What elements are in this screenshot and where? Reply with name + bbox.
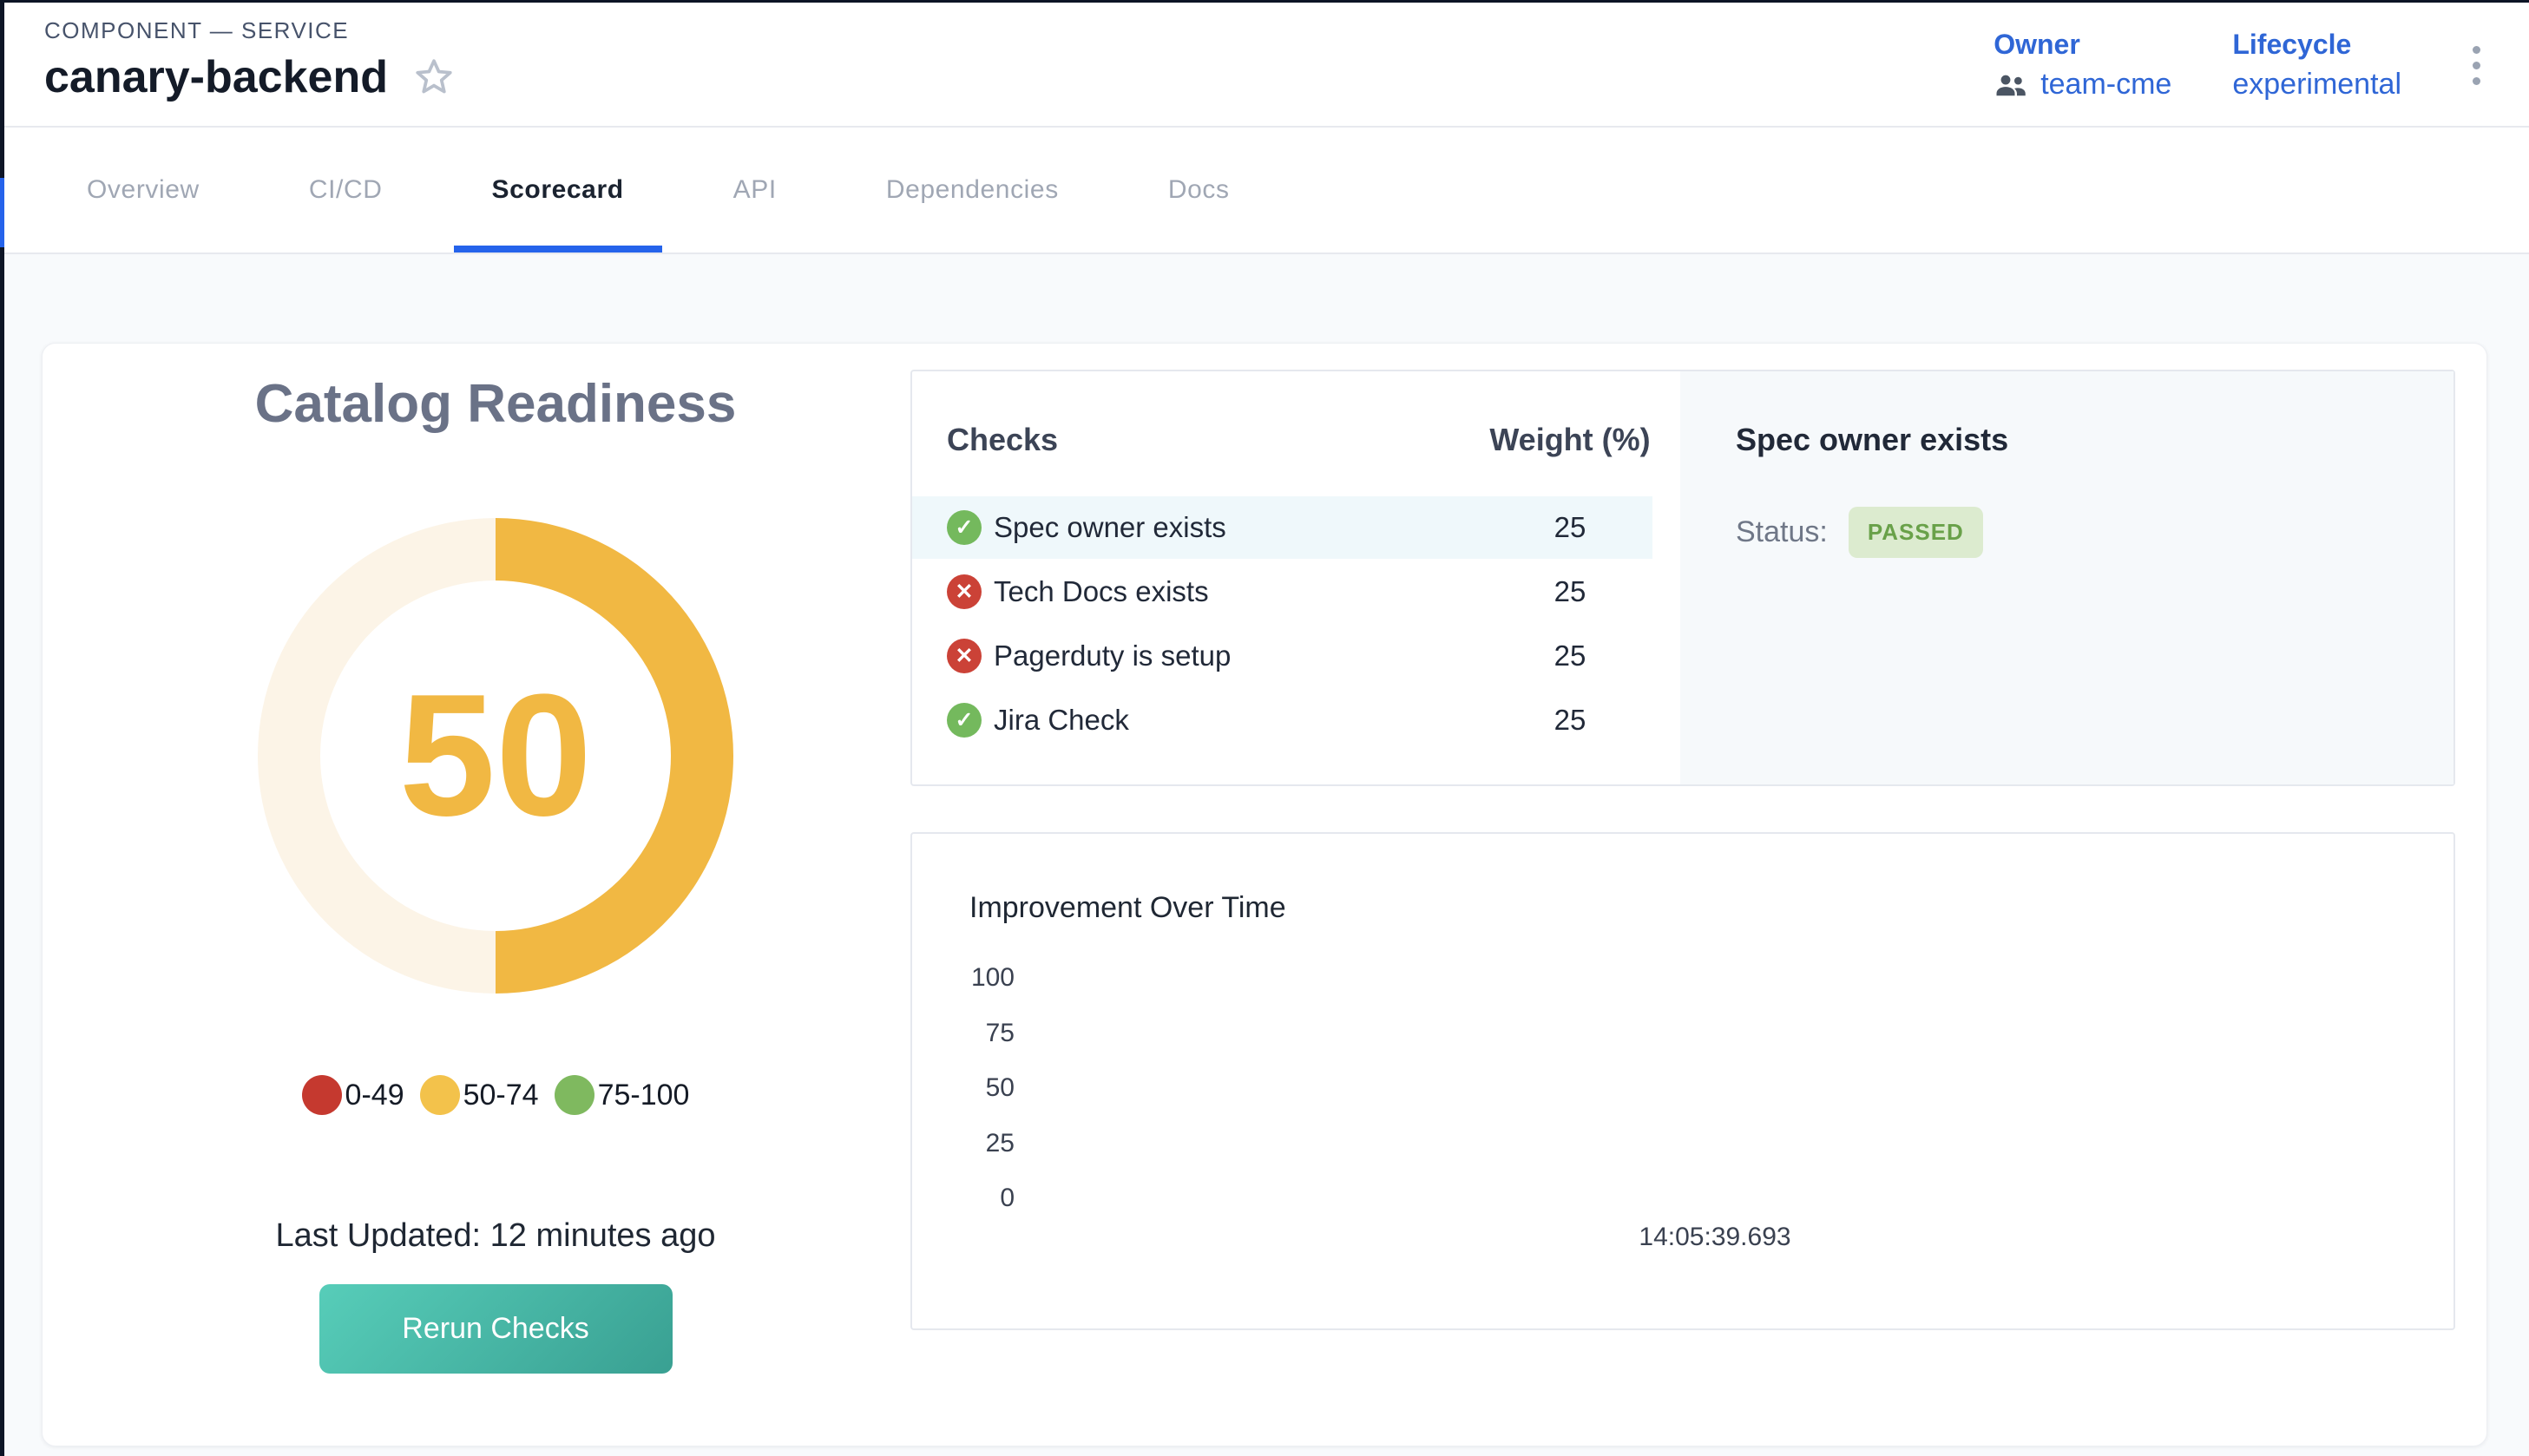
tab-dependencies[interactable]: Dependencies — [848, 128, 1097, 253]
last-updated-text: Last Updated: 12 minutes ago — [275, 1217, 715, 1255]
details-column: Checks Weight (%) ✓ Spec owner exists 25… — [910, 344, 2455, 1446]
active-tab-edge-indicator — [0, 178, 4, 247]
check-passed-icon: ✓ — [947, 703, 982, 738]
status-badge: PASSED — [1849, 507, 1983, 558]
checks-column-header: Checks — [947, 422, 1058, 458]
legend-label: 50-74 — [463, 1079, 539, 1112]
tab-overview[interactable]: Overview — [49, 128, 238, 253]
legend-label: 0-49 — [345, 1079, 404, 1112]
entity-tab-bar: Overview CI/CD Scorecard API Dependencie… — [0, 128, 2529, 254]
legend-dot — [420, 1075, 460, 1115]
check-weight: 25 — [1488, 511, 1652, 544]
readiness-gauge: 50 — [258, 518, 733, 994]
owner-block: Owner team-cme — [1994, 29, 2171, 102]
legend-item: 75-100 — [555, 1075, 690, 1115]
checks-panel: Checks Weight (%) ✓ Spec owner exists 25… — [910, 370, 2455, 786]
tab-api[interactable]: API — [695, 128, 815, 253]
y-axis-tick: 25 — [936, 1131, 1015, 1157]
owner-link[interactable]: team-cme — [2040, 68, 2171, 102]
score-summary-column: Catalog Readiness 50 0-49 50-74 75-100 — [43, 344, 910, 1446]
status-label: Status: — [1736, 515, 1828, 549]
entity-header: COMPONENT — SERVICE canary-backend Owner — [0, 0, 2529, 128]
check-name: Jira Check — [994, 704, 1129, 737]
check-failed-icon: ✕ — [947, 639, 982, 673]
y-axis-tick: 75 — [936, 1020, 1015, 1046]
scorecard-card: Catalog Readiness 50 0-49 50-74 75-100 — [42, 343, 2487, 1446]
check-row[interactable]: ✓ Spec owner exists 25 — [912, 496, 1652, 559]
tab-docs[interactable]: Docs — [1130, 128, 1268, 253]
check-weight: 25 — [1488, 704, 1652, 737]
check-name: Pagerduty is setup — [994, 639, 1231, 672]
weight-column-header: Weight (%) — [1488, 422, 1652, 458]
check-row[interactable]: ✕ Pagerduty is setup 25 — [912, 625, 1652, 687]
check-weight: 25 — [1488, 639, 1652, 672]
checks-table: Checks Weight (%) ✓ Spec owner exists 25… — [912, 371, 1680, 784]
legend-label: 75-100 — [598, 1079, 690, 1112]
entity-kind-label: COMPONENT — SERVICE — [44, 17, 456, 44]
scorecard-title: Catalog Readiness — [255, 373, 737, 435]
kebab-menu-icon[interactable] — [2462, 41, 2491, 90]
owner-label: Owner — [1994, 29, 2171, 61]
entity-title-block: COMPONENT — SERVICE canary-backend — [44, 17, 456, 103]
y-axis-tick: 100 — [936, 965, 1015, 991]
check-passed-icon: ✓ — [947, 510, 982, 545]
legend-dot — [555, 1075, 594, 1115]
check-name: Spec owner exists — [994, 511, 1226, 544]
y-axis-tick: 50 — [936, 1075, 1015, 1101]
tab-scorecard[interactable]: Scorecard — [454, 128, 662, 253]
check-row[interactable]: ✕ Tech Docs exists 25 — [912, 561, 1652, 623]
check-detail-panel: Spec owner exists Status: PASSED — [1680, 371, 2453, 784]
lifecycle-label: Lifecycle — [2232, 29, 2401, 61]
check-row[interactable]: ✓ Jira Check 25 — [912, 689, 1652, 751]
legend-dot — [302, 1075, 342, 1115]
rerun-checks-button[interactable]: Rerun Checks — [319, 1284, 673, 1374]
x-axis-tick: 14:05:39.693 — [1576, 1223, 1854, 1252]
score-value: 50 — [258, 518, 733, 994]
lifecycle-value: experimental — [2232, 68, 2401, 102]
page-title: canary-backend — [44, 51, 388, 103]
legend-item: 50-74 — [420, 1075, 539, 1115]
star-icon[interactable] — [412, 56, 456, 99]
improvement-chart: Improvement Over Time 100 75 50 25 0 14:… — [910, 832, 2455, 1330]
chart-title: Improvement Over Time — [969, 891, 1286, 925]
checks-table-header: Checks Weight (%) — [947, 422, 1652, 458]
group-icon — [1994, 72, 2030, 98]
content-area: Catalog Readiness 50 0-49 50-74 75-100 — [0, 254, 2529, 1456]
lifecycle-block: Lifecycle experimental — [2232, 29, 2401, 102]
legend-item: 0-49 — [302, 1075, 404, 1115]
check-detail-title: Spec owner exists — [1736, 422, 2419, 458]
check-failed-icon: ✕ — [947, 574, 982, 609]
window-top-edge — [0, 0, 2529, 3]
score-legend: 0-49 50-74 75-100 — [294, 1075, 698, 1115]
y-axis-tick: 0 — [936, 1185, 1015, 1211]
check-weight: 25 — [1488, 575, 1652, 608]
tab-ci-cd[interactable]: CI/CD — [271, 128, 421, 253]
check-name: Tech Docs exists — [994, 575, 1209, 608]
